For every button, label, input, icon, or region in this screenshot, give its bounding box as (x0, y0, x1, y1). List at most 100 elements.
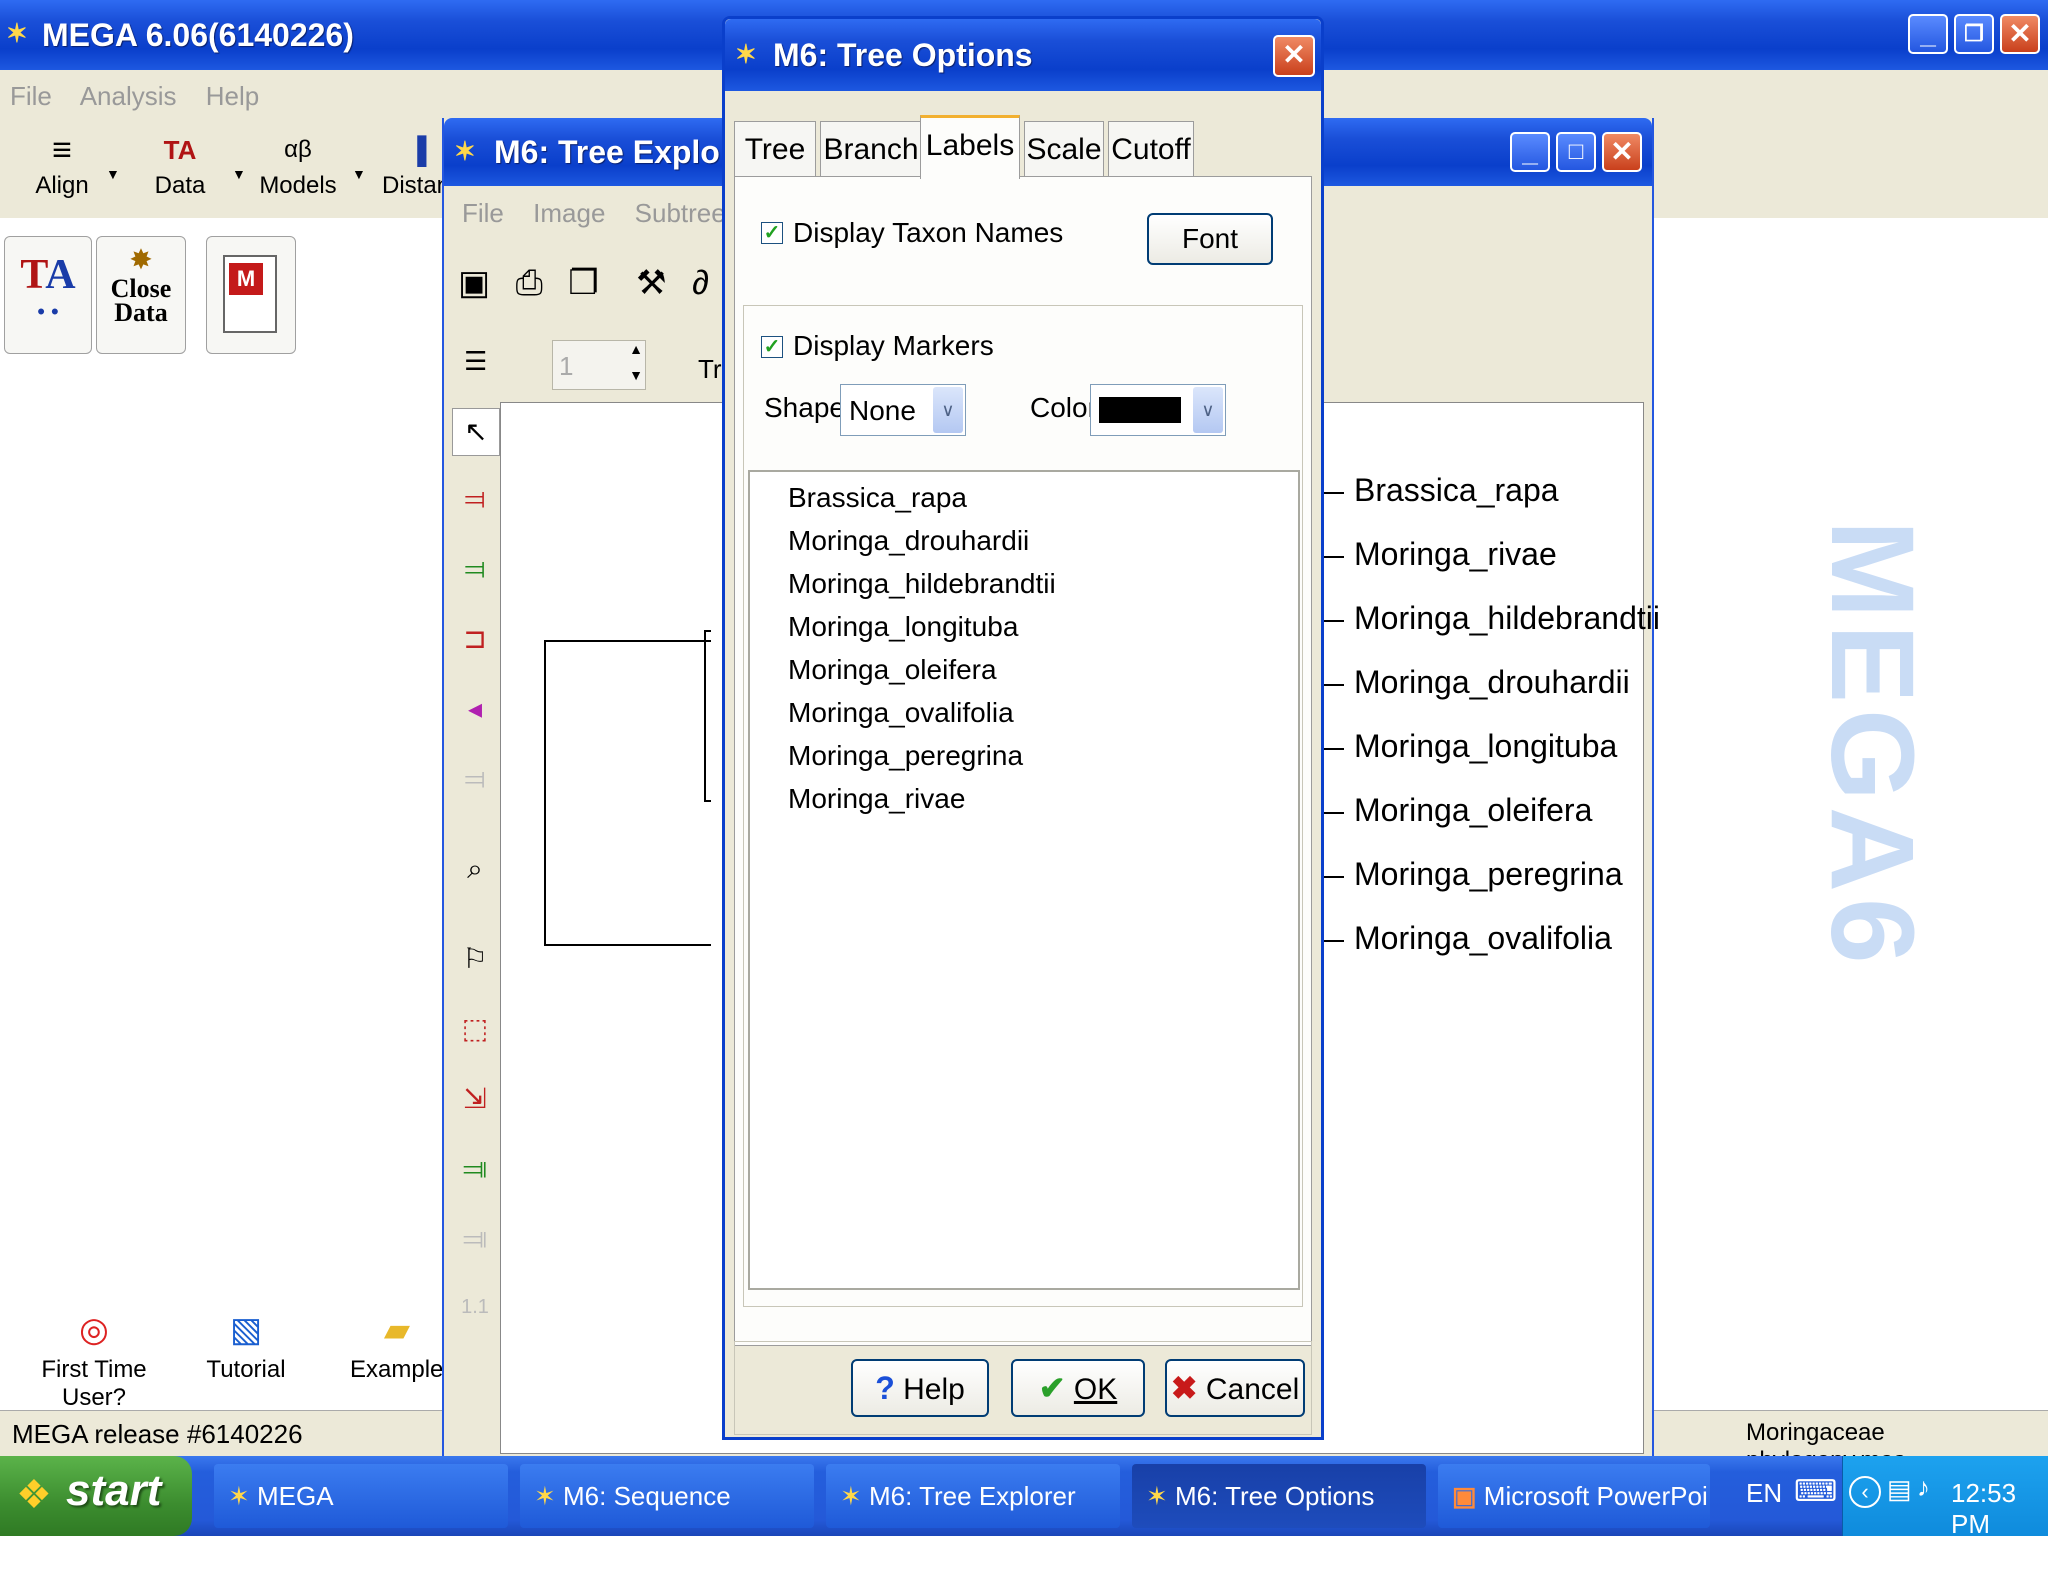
align-icon: ≡ (52, 131, 72, 169)
tree-options-title-bar[interactable]: ✶ M6: Tree Options ✕ (725, 19, 1321, 91)
menu-file[interactable]: File (10, 81, 52, 111)
copy-icon[interactable]: ❐ (568, 264, 598, 302)
keyboard-icon[interactable]: ⌨ (1794, 1474, 1837, 1509)
start-button[interactable]: ❖ start (0, 1456, 192, 1536)
spin-down-icon[interactable]: ▼ (629, 367, 643, 383)
menu-analysis[interactable]: Analysis (80, 81, 177, 111)
tree-taxon-label[interactable]: Brassica_rapa (1354, 472, 1559, 509)
cancel-button[interactable]: ✖ Cancel (1165, 1359, 1305, 1417)
tree-taxon-label[interactable]: Moringa_drouhardii (1354, 664, 1630, 701)
spin-up-icon[interactable]: ▲ (629, 341, 643, 357)
examples-link[interactable]: ▰ Examples (350, 1310, 455, 1384)
help-button[interactable]: ? Help (851, 1359, 989, 1417)
language-indicator[interactable]: EN (1746, 1478, 1782, 1509)
options-icon[interactable]: ⚒ (636, 264, 666, 302)
list-item[interactable]: Brassica_rapa (788, 476, 1298, 519)
tab-labels[interactable]: Labels (920, 115, 1020, 179)
mega-document-icon: M (223, 255, 277, 333)
cancel-label: Cancel (1205, 1373, 1300, 1406)
pointer-icon[interactable]: ↖ (452, 408, 500, 456)
menu-help[interactable]: Help (206, 81, 259, 111)
te-menu-file[interactable]: File (462, 198, 504, 228)
taxa-listbox[interactable]: Brassica_rapa Moringa_drouhardii Moringa… (748, 470, 1300, 1290)
tray-expand-icon[interactable]: ‹ (1849, 1476, 1881, 1508)
taskbar-item-sequence-data[interactable]: ✶ M6: Sequence Data... (520, 1464, 814, 1575)
models-dropdown-icon[interactable]: ▼ (352, 166, 366, 182)
close-icon[interactable]: ✕ (2000, 14, 2040, 54)
list-item[interactable]: Moringa_longituba (788, 605, 1298, 648)
save-icon[interactable]: ▣ (458, 264, 490, 302)
ok-button[interactable]: ✔ OK (1011, 1359, 1145, 1417)
spin-input[interactable]: 1 ▲ ▼ (552, 340, 646, 390)
folder-icon: ▰ (383, 1311, 411, 1349)
taxon-tick (1322, 812, 1344, 814)
minimize-icon[interactable]: _ (1908, 14, 1948, 54)
tree-options-close-icon[interactable]: ✕ (1273, 35, 1315, 77)
distance-tool[interactable]: ▐ Distan (382, 128, 442, 216)
te-menu-subtree[interactable]: Subtree (635, 198, 726, 228)
taskbar-item-label: M6: Tree Explorer (869, 1481, 1076, 1511)
tree-tool-3-icon[interactable]: ⇲ (452, 1076, 498, 1122)
display-taxon-names-checkbox[interactable]: ✓ (761, 222, 783, 244)
restore-icon[interactable]: ❐ (1954, 14, 1994, 54)
tree-taxon-label[interactable]: Moringa_hildebrandtii (1354, 600, 1660, 637)
align-tool[interactable]: ≡ Align (22, 128, 102, 216)
list-item[interactable]: Moringa_rivae (788, 777, 1298, 820)
root-icon[interactable]: ◂ (452, 686, 498, 732)
tree-taxon-label[interactable]: Moringa_peregrina (1354, 856, 1623, 893)
chevron-down-icon[interactable]: ∨ (933, 387, 963, 433)
tree-explorer-minimize-icon[interactable]: _ (1510, 132, 1550, 172)
list-item[interactable]: Moringa_drouhardii (788, 519, 1298, 562)
resize-icon[interactable]: ⬚ (452, 1006, 498, 1052)
tree-taxon-label[interactable]: Moringa_oleifera (1354, 792, 1592, 829)
ta-icon: TA (20, 252, 76, 298)
ta-data-button[interactable]: TA • • (4, 236, 92, 354)
color-select[interactable]: ∨ (1090, 384, 1226, 436)
list-item[interactable]: Moringa_oleifera (788, 648, 1298, 691)
tree-explorer-close-icon[interactable]: ✕ (1602, 132, 1642, 172)
tree-tool-5-icon[interactable]: ⫥ (452, 1216, 498, 1262)
tree-taxon-label[interactable]: Moringa_longituba (1354, 728, 1617, 765)
display-markers-checkbox[interactable]: ✓ (761, 336, 783, 358)
disabled-tool-icon[interactable]: ⫤ (452, 756, 498, 802)
tree-taxon-label[interactable]: Moringa_rivae (1354, 536, 1557, 573)
tree-tool-1-icon[interactable]: ⫤ (452, 476, 498, 522)
tab-tree[interactable]: Tree (734, 121, 816, 177)
tree-tool-2-icon[interactable]: ⫤ (452, 546, 498, 592)
tutorial-link[interactable]: ▧ Tutorial (196, 1310, 296, 1384)
flip-icon[interactable]: ⊐ (452, 616, 498, 662)
models-tool[interactable]: αβ Models (252, 128, 344, 216)
chevron-down-icon[interactable]: ∨ (1193, 387, 1223, 433)
align-dropdown-icon[interactable]: ▼ (106, 166, 120, 182)
list-item[interactable]: Moringa_peregrina (788, 734, 1298, 777)
mega-task-icon: ✶ (534, 1481, 564, 1511)
te-menu-image[interactable]: Image (533, 198, 605, 228)
data-tool[interactable]: TA Data (140, 128, 220, 216)
first-time-user-link[interactable]: ◎ First Time User? (14, 1310, 174, 1412)
list-item[interactable]: Moringa_hildebrandtii (788, 562, 1298, 605)
taskbar-item-tree-options[interactable]: ✶ M6: Tree Options (1132, 1464, 1426, 1528)
tab-cutoff[interactable]: Cutoff (1108, 121, 1194, 177)
topology-icon[interactable]: ☰ (464, 346, 487, 377)
mega-document-button[interactable]: M (206, 236, 296, 354)
volume-icon[interactable]: ♪ (1917, 1472, 1930, 1503)
taskbar-item-tree-explorer[interactable]: ✶ M6: Tree Explorer (826, 1464, 1120, 1528)
network-icon[interactable]: ▤ (1887, 1474, 1912, 1505)
zoom-tree-icon[interactable]: ⌕ (452, 846, 498, 892)
taskbar-item-powerpoint[interactable]: ▣ Microsoft PowerPoi... (1438, 1464, 1710, 1528)
tree-taxon-label[interactable]: Moringa_ovalifolia (1354, 920, 1612, 957)
tree-tool-6-icon[interactable]: 1.1 (452, 1284, 498, 1330)
tab-scale[interactable]: Scale (1024, 121, 1104, 177)
list-item[interactable]: Moringa_ovalifolia (788, 691, 1298, 734)
shape-select[interactable]: None ∨ (840, 384, 966, 436)
link-icon[interactable]: ∂ (692, 264, 709, 302)
print-icon[interactable]: ⎙ (516, 264, 543, 302)
close-data-button[interactable]: ✸ Close Data (96, 236, 186, 354)
tree-explorer-maximize-icon[interactable]: □ (1556, 132, 1596, 172)
binoculars-icon[interactable]: ⚐ (452, 936, 498, 982)
tree-tool-4-icon[interactable]: ⫥ (452, 1146, 498, 1192)
tab-branch[interactable]: Branch (820, 121, 922, 177)
taskbar-item-mega[interactable]: ✶ MEGA 6.06(6140226) (214, 1464, 508, 1575)
data-dropdown-icon[interactable]: ▼ (232, 166, 246, 182)
font-button[interactable]: Font (1147, 213, 1273, 265)
